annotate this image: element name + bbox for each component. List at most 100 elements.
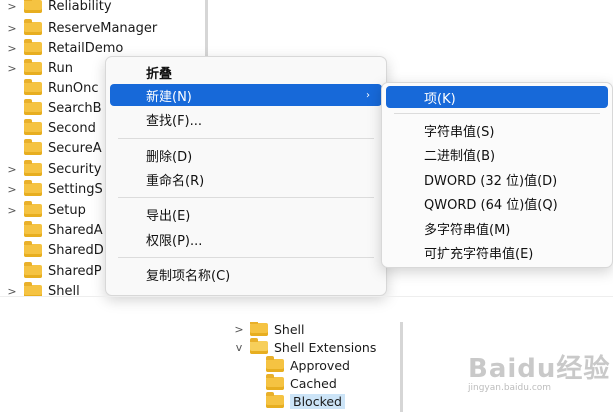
tree-item-label: Shell: [274, 322, 305, 337]
tree-item-label: SearchB: [48, 100, 102, 116]
menu-item-label: 新建(N): [146, 89, 192, 105]
folder-icon: [266, 373, 284, 390]
menu-item-label: 多字符串值(M): [424, 222, 511, 238]
menu-separator: [118, 138, 374, 139]
folder-icon: [24, 38, 42, 55]
tree-item-label: Reliability: [48, 0, 112, 14]
new-submenu: 项(K) 字符串值(S) 二进制值(B) DWORD (32 位)值(D) QW…: [381, 82, 613, 268]
menu-separator: [118, 197, 374, 198]
folder-icon: [24, 159, 42, 176]
tree-item-label: SecureA: [48, 140, 102, 156]
submenu-item-dword-value[interactable]: DWORD (32 位)值(D): [386, 168, 608, 190]
menu-item-label: 重命名(R): [146, 173, 205, 189]
menu-item-find[interactable]: 查找(F)...: [110, 108, 382, 130]
tree-item-label: Security: [48, 161, 102, 177]
tree-item-blocked[interactable]: Blocked: [228, 391, 398, 410]
folder-icon: [24, 261, 42, 278]
submenu-item-string-value[interactable]: 字符串值(S): [386, 119, 608, 141]
tree-item-shell-extensions[interactable]: v Shell Extensions: [228, 337, 398, 356]
folder-icon: [24, 179, 42, 196]
tree-item-label: Blocked: [290, 393, 345, 409]
tree-item-label: SettingS: [48, 181, 103, 197]
registry-tree-bottom: > Shell v Shell Extensions Approved Cach…: [228, 322, 404, 412]
menu-item-label: 可扩充字符串值(E): [424, 246, 534, 262]
tree-item-label: Shell: [48, 283, 80, 297]
menu-item-label: 字符串值(S): [424, 124, 495, 140]
tree-item-label: SharedD: [48, 242, 104, 258]
chevron-right-icon[interactable]: >: [0, 62, 24, 75]
folder-icon: [24, 0, 42, 13]
chevron-right-icon[interactable]: >: [0, 0, 24, 13]
tree-item-shell[interactable]: > Shell: [228, 322, 398, 338]
menu-item-label: 权限(P)...: [146, 233, 203, 249]
folder-icon: [24, 18, 42, 35]
submenu-item-multi-string-value[interactable]: 多字符串值(M): [386, 217, 608, 239]
menu-item-label: 二进制值(B): [424, 148, 496, 164]
tree-item-label: SharedP: [48, 263, 102, 279]
tree-item-label: ReserveManager: [48, 20, 158, 36]
tree-item-label: Setup: [48, 202, 86, 218]
context-menu: 折叠 新建(N) › 查找(F)... 删除(D) 重命名(R) 导出(E) 权…: [105, 56, 387, 296]
folder-open-icon: [250, 337, 268, 354]
menu-item-label: 查找(F)...: [146, 113, 203, 129]
chevron-right-icon[interactable]: >: [0, 163, 24, 176]
folder-icon: [250, 322, 268, 336]
chevron-right-icon[interactable]: >: [0, 285, 24, 297]
folder-icon: [24, 220, 42, 237]
folder-icon: [24, 240, 42, 257]
tree-item-reliability[interactable]: > Reliability: [0, 0, 205, 16]
folder-icon: [24, 58, 42, 75]
image-divider: [0, 296, 613, 297]
folder-icon: [24, 118, 42, 135]
submenu-item-qword-value[interactable]: QWORD (64 位)值(Q): [386, 192, 608, 214]
menu-separator: [394, 113, 600, 114]
tree-item-retaildemo[interactable]: > RetailDemo: [0, 38, 205, 58]
folder-icon: [24, 78, 42, 95]
chevron-down-icon[interactable]: v: [228, 341, 250, 354]
baidu-watermark: Baidu经验 jingyan.baidu.com: [468, 348, 613, 412]
menu-separator: [118, 257, 374, 258]
submenu-item-binary-value[interactable]: 二进制值(B): [386, 143, 608, 165]
tree-item-label: Second: [48, 120, 96, 136]
menu-item-permissions[interactable]: 权限(P)...: [110, 228, 382, 250]
menu-item-label: 复制项名称(C): [146, 268, 231, 284]
menu-item-rename[interactable]: 重命名(R): [110, 168, 382, 190]
menu-item-label: 折叠: [146, 66, 173, 82]
submenu-item-key[interactable]: 项(K): [386, 86, 608, 108]
watermark-logo-text: Baidu经验: [468, 354, 611, 384]
tree-item-label: Shell Extensions: [274, 339, 377, 355]
menu-item-export[interactable]: 导出(E): [110, 203, 382, 225]
submenu-item-expandable-string-value[interactable]: 可扩充字符串值(E): [386, 241, 608, 263]
chevron-right-icon[interactable]: >: [0, 42, 24, 55]
folder-icon: [24, 138, 42, 155]
folder-icon: [266, 391, 284, 408]
menu-item-copy-key-name[interactable]: 复制项名称(C): [110, 263, 382, 285]
tree-item-label: Run: [48, 60, 73, 76]
tree-item-label: Cached: [290, 375, 337, 391]
chevron-right-icon[interactable]: >: [228, 323, 250, 336]
menu-item-label: 导出(E): [146, 208, 191, 224]
folder-icon: [24, 281, 42, 296]
menu-item-label: QWORD (64 位)值(Q): [424, 197, 558, 213]
menu-item-label: 删除(D): [146, 149, 193, 165]
chevron-right-icon: ›: [366, 89, 370, 101]
tree-item-reservemanager[interactable]: > ReserveManager: [0, 18, 205, 38]
menu-item-new[interactable]: 新建(N) ›: [110, 84, 382, 106]
tree-item-label: RetailDemo: [48, 40, 124, 56]
folder-icon: [266, 355, 284, 372]
folder-icon: [24, 98, 42, 115]
menu-item-label: 项(K): [424, 91, 456, 107]
tree-item-approved[interactable]: Approved: [228, 355, 398, 374]
tree-scrollbar[interactable]: [400, 322, 403, 412]
tree-item-label: Approved: [290, 357, 350, 373]
chevron-right-icon[interactable]: >: [0, 183, 24, 196]
tree-item-label: SharedA: [48, 222, 103, 238]
tree-item-cached[interactable]: Cached: [228, 373, 398, 392]
tree-item-label: RunOnc: [48, 80, 99, 96]
folder-icon: [24, 200, 42, 217]
menu-item-delete[interactable]: 删除(D): [110, 144, 382, 166]
chevron-right-icon[interactable]: >: [0, 204, 24, 217]
menu-item-label: DWORD (32 位)值(D): [424, 173, 558, 189]
chevron-right-icon[interactable]: >: [0, 22, 24, 35]
menu-item-collapse[interactable]: 折叠: [110, 61, 382, 83]
